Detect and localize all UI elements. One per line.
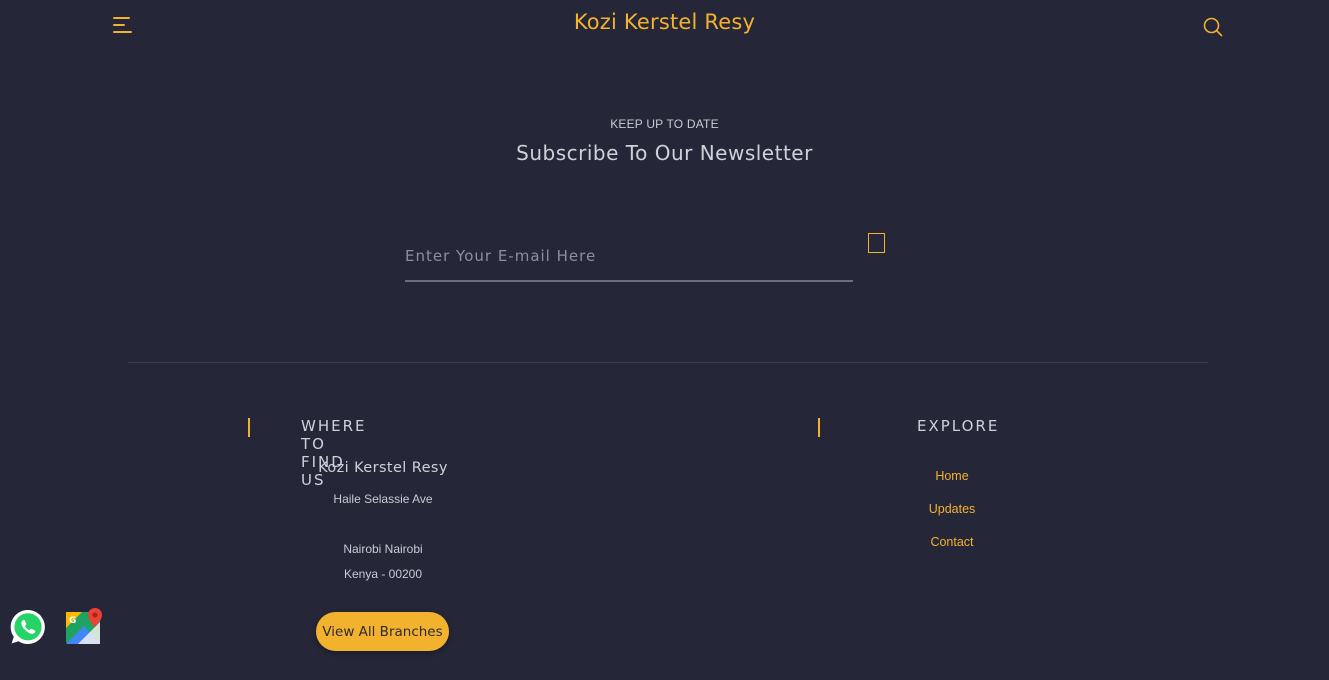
explore-link-contact[interactable]: Contact [852, 535, 1052, 549]
explore-link-home[interactable]: Home [852, 469, 1052, 483]
site-header: Kozi Kerstel Resy [0, 0, 1329, 52]
google-maps-icon[interactable]: G [64, 606, 106, 648]
svg-text:G: G [69, 616, 76, 626]
business-name: Kozi Kerstel Resy [318, 460, 448, 476]
address-country-postal: Kenya - 00200 [343, 567, 423, 581]
newsletter-eyebrow: KEEP UP TO DATE [610, 117, 719, 131]
whatsapp-icon[interactable] [8, 607, 48, 647]
newsletter-title: Subscribe To Our Newsletter [516, 141, 813, 165]
footer-divider [128, 362, 1208, 363]
heading-accent-bar [248, 418, 250, 437]
newsletter-email-input[interactable] [405, 232, 853, 282]
heading-accent-bar [818, 418, 820, 437]
explore-link-updates[interactable]: Updates [852, 502, 1052, 516]
send-icon[interactable] [868, 233, 885, 253]
address-city: Nairobi Nairobi [343, 542, 423, 556]
find-us-heading: WHERE TO FIND US [301, 417, 367, 489]
explore-heading: EXPLORE [917, 417, 1000, 435]
site-title[interactable]: Kozi Kerstel Resy [0, 10, 1329, 34]
address-street: Haile Selassie Ave [333, 492, 433, 506]
search-icon[interactable] [1201, 15, 1225, 39]
view-all-branches-button[interactable]: View All Branches [316, 612, 449, 651]
